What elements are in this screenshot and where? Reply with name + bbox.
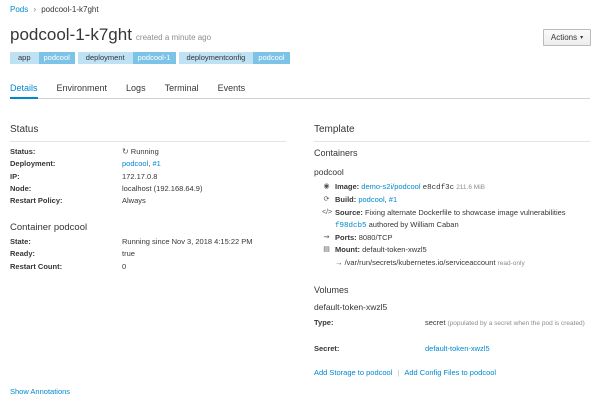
source-text: Fixing alternate Dockerfile to showcase … bbox=[365, 207, 566, 217]
image-size: 211.6 MiB bbox=[456, 184, 485, 191]
status-value-text: Running bbox=[130, 147, 159, 156]
template-container-name: podcool bbox=[314, 167, 344, 177]
breadcrumb-separator-icon: › bbox=[33, 4, 37, 14]
status-list: Status: ↻ Running Deployment: podcool, #… bbox=[10, 146, 286, 207]
link-separator: | bbox=[397, 368, 400, 377]
restart-count-label: Restart Count: bbox=[10, 261, 63, 271]
label-deployment[interactable]: deployment podcool-1 bbox=[77, 52, 176, 64]
volume-type-label: Type: bbox=[314, 318, 334, 327]
template-divider bbox=[314, 141, 590, 142]
ports-label: Ports: bbox=[335, 233, 357, 243]
status-divider bbox=[10, 141, 286, 142]
breadcrumb-pods-link[interactable]: Pods bbox=[10, 5, 28, 14]
ports-row: ⇝ Ports: 8080/TCP bbox=[322, 232, 594, 244]
template-actions: Add Storage to podcool | Add Config File… bbox=[314, 368, 496, 377]
caret-down-icon: ▾ bbox=[580, 35, 584, 41]
restart-policy-value: Always bbox=[122, 196, 146, 206]
deployment-number-link[interactable]: #1 bbox=[152, 159, 160, 168]
pod-name: podcool-1-k7ght bbox=[10, 25, 132, 44]
image-row: ◉ Image: demo-s2i/podcool e8cdf3c 211.6 … bbox=[322, 181, 594, 194]
ports-value: 8080/TCP bbox=[358, 233, 393, 243]
ports-icon: ⇝ bbox=[323, 234, 330, 242]
build-row: ⟳ Build: podcool, #1 bbox=[322, 194, 594, 206]
image-hash: e8cdf3c bbox=[422, 184, 455, 192]
source-label: Source: bbox=[335, 207, 363, 217]
breadcrumb-current: podcool-1-k7ght bbox=[41, 4, 99, 14]
volume-type-value: secret (populated by a secret when the p… bbox=[425, 318, 595, 329]
mount-mode: read-only bbox=[497, 259, 525, 267]
label-deploymentconfig[interactable]: deploymentconfig podcool bbox=[178, 52, 290, 64]
image-icon: ◉ bbox=[323, 183, 330, 190]
volumes-heading: Volumes bbox=[314, 285, 349, 295]
mount-value: default-token-xwzl5 bbox=[362, 245, 427, 255]
label-value: podcool bbox=[38, 52, 75, 64]
page-title: podcool-1-k7ght created a minute ago bbox=[10, 25, 211, 45]
build-icon: ⟳ bbox=[323, 196, 330, 204]
restart-count-value: 0 bbox=[122, 261, 127, 271]
status-label: Status: bbox=[10, 147, 36, 156]
restart-policy-label: Restart Policy: bbox=[10, 196, 63, 206]
mount-path: → /var/run/secrets/kubernetes.io/service… bbox=[335, 257, 496, 267]
source-hash-link[interactable]: f98dcb5 bbox=[335, 222, 367, 230]
node-label: Node: bbox=[10, 183, 32, 193]
label-value: podcool-1 bbox=[132, 52, 176, 64]
actions-button[interactable]: Actions ▾ bbox=[543, 29, 591, 46]
image-label: Image: bbox=[335, 182, 360, 191]
mount-row: ▤ Mount: default-token-xwzl5 → /var/run/s… bbox=[322, 244, 594, 270]
volume-type-text: secret bbox=[425, 318, 446, 327]
label-app[interactable]: app podcool bbox=[10, 52, 75, 64]
build-link[interactable]: podcool bbox=[358, 195, 384, 204]
tab-terminal[interactable]: Terminal bbox=[165, 76, 199, 98]
template-container-details: ◉ Image: demo-s2i/podcool e8cdf3c 211.6 … bbox=[322, 181, 594, 270]
actions-label: Actions bbox=[550, 33, 578, 42]
container-heading: Container podcool bbox=[10, 222, 88, 233]
ip-label: IP: bbox=[10, 171, 20, 181]
breadcrumb: Pods › podcool-1-k7ght bbox=[10, 4, 99, 14]
deployment-value: podcool, #1 bbox=[122, 159, 161, 169]
state-label: State: bbox=[10, 237, 31, 246]
add-storage-link[interactable]: Add Storage to podcool bbox=[314, 368, 392, 377]
created-time: created a minute ago bbox=[135, 33, 212, 42]
labels-row: app podcool deployment podcool-1 deploym… bbox=[10, 52, 290, 64]
volume-name: default-token-xwzl5 bbox=[314, 302, 388, 312]
ready-label: Ready: bbox=[10, 249, 36, 259]
source-row: </> Source: Fixing alternate Dockerfile … bbox=[322, 207, 594, 233]
template-heading: Template bbox=[314, 124, 355, 135]
container-list: State: Running since Nov 3, 2018 4:15:22… bbox=[10, 236, 286, 273]
build-number-link[interactable]: #1 bbox=[389, 195, 397, 204]
refresh-icon: ↻ bbox=[122, 147, 129, 156]
label-key: deployment bbox=[77, 52, 133, 64]
source-author: authored by William Caban bbox=[368, 219, 459, 229]
build-label: Build: bbox=[335, 195, 357, 205]
state-value: Running since Nov 3, 2018 4:15:22 PM bbox=[122, 237, 253, 246]
tab-environment[interactable]: Environment bbox=[57, 76, 108, 98]
label-key: deploymentconfig bbox=[178, 52, 254, 64]
code-icon: </> bbox=[322, 208, 333, 216]
tab-bar: Details Environment Logs Terminal Events bbox=[10, 76, 590, 99]
node-value: localhost (192.168.64.9) bbox=[122, 183, 203, 193]
ready-value: true bbox=[122, 249, 135, 259]
add-config-files-link[interactable]: Add Config Files to podcool bbox=[404, 368, 496, 377]
label-key: app bbox=[10, 52, 39, 64]
status-value: ↻ Running bbox=[122, 146, 159, 158]
mount-label: Mount: bbox=[335, 245, 360, 255]
mount-icon: ▤ bbox=[323, 246, 330, 254]
tab-details[interactable]: Details bbox=[10, 76, 38, 99]
deployment-label: Deployment: bbox=[10, 159, 56, 169]
status-heading: Status bbox=[10, 124, 39, 135]
containers-heading: Containers bbox=[314, 148, 358, 158]
label-value: podcool bbox=[253, 52, 290, 64]
volume-secret-label: Secret: bbox=[314, 344, 340, 353]
image-link[interactable]: demo-s2i/podcool bbox=[361, 182, 420, 191]
volume-type-note: (populated by a secret when the pod is c… bbox=[447, 320, 585, 327]
ip-value: 172.17.0.8 bbox=[122, 171, 158, 181]
show-annotations-link[interactable]: Show Annotations bbox=[10, 387, 70, 396]
tab-logs[interactable]: Logs bbox=[126, 76, 146, 98]
volume-secret-link[interactable]: default-token-xwzl5 bbox=[425, 344, 490, 353]
tab-events[interactable]: Events bbox=[218, 76, 246, 98]
deployment-link[interactable]: podcool bbox=[122, 159, 148, 168]
